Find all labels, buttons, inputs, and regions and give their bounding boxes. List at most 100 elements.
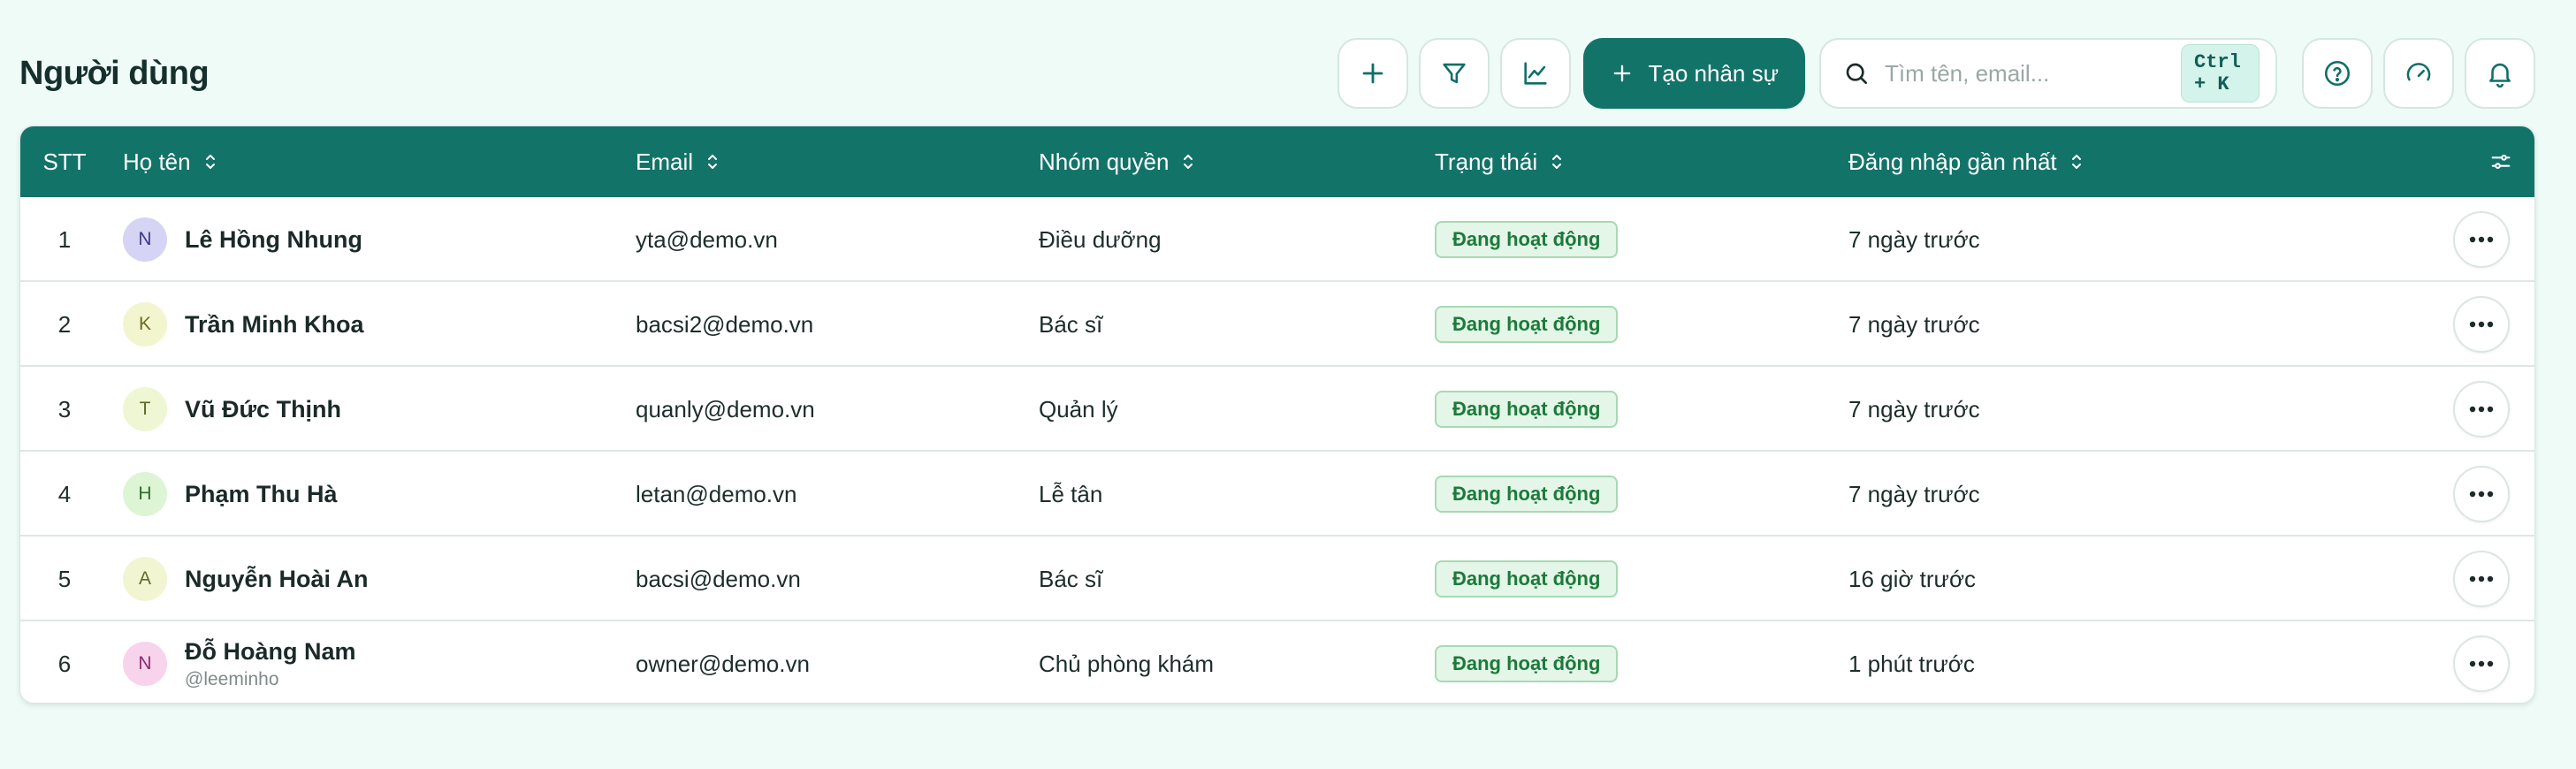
- row-email: bacsi2@demo.vn: [636, 310, 814, 338]
- user-name-block: Đỗ Hoàng Nam @leeminho: [185, 638, 356, 690]
- row-group: Chủ phòng khám: [1039, 650, 1215, 677]
- row-last-login: 7 ngày trước: [1848, 225, 1980, 253]
- speed-button[interactable]: [2383, 38, 2454, 109]
- sliders-icon: [2491, 154, 2511, 170]
- sort-icon: [205, 155, 215, 169]
- row-actions: [2453, 452, 2510, 537]
- avatar: T: [123, 387, 167, 431]
- row-stt: 5: [57, 565, 72, 592]
- column-status-label: Trạng thái: [1435, 148, 1538, 175]
- table-row[interactable]: 3 T Vũ Đức Thịnh quanly@demo.vn Quản lý …: [20, 367, 2534, 452]
- help-button[interactable]: [2302, 38, 2373, 109]
- row-email: yta@demo.vn: [636, 225, 778, 253]
- table-row[interactable]: 2 K Trần Minh Khoa bacsi2@demo.vn Bác sĩ…: [20, 282, 2534, 367]
- add-button[interactable]: [1337, 38, 1408, 109]
- help-icon: [2324, 60, 2351, 87]
- column-group-label: Nhóm quyền: [1039, 148, 1170, 175]
- table-body: 1 N Lê Hồng Nhung yta@demo.vn Điều dưỡng…: [20, 197, 2534, 703]
- chart-button[interactable]: [1499, 38, 1571, 109]
- row-last-login: 16 giờ trước: [1848, 565, 1976, 592]
- row-group: Bác sĩ: [1039, 565, 1103, 592]
- row-last-login: 7 ngày trước: [1848, 395, 1980, 423]
- column-status[interactable]: Trạng thái: [1435, 126, 1566, 197]
- shortcut-hint: Ctrl + K: [2181, 44, 2260, 103]
- more-actions-button[interactable]: [2453, 381, 2510, 438]
- plus-icon: [1362, 63, 1383, 84]
- row-status: Đang hoạt động: [1435, 621, 1619, 703]
- user-name-block: Vũ Đức Thịnh: [185, 396, 341, 423]
- status-badge: Đang hoạt động: [1435, 391, 1619, 428]
- table-row[interactable]: 6 N Đỗ Hoàng Nam @leeminho owner@demo.vn…: [20, 621, 2534, 703]
- user-username: @leeminho: [185, 668, 279, 689]
- row-email: quanly@demo.vn: [636, 395, 815, 423]
- status-badge: Đang hoạt động: [1435, 306, 1619, 343]
- avatar: A: [123, 557, 167, 601]
- user-name: Phạm Thu Hà: [185, 480, 338, 507]
- status-badge: Đang hoạt động: [1435, 476, 1619, 513]
- row-last-login: 7 ngày trước: [1848, 310, 1980, 338]
- avatar: N: [123, 642, 167, 686]
- column-stt: STT: [20, 126, 109, 197]
- user-name-block: Nguyễn Hoài An: [185, 566, 369, 593]
- sort-icon: [1184, 155, 1193, 169]
- table-row[interactable]: 1 N Lê Hồng Nhung yta@demo.vn Điều dưỡng…: [20, 197, 2534, 282]
- row-status: Đang hoạt động: [1435, 537, 1619, 621]
- notification-button[interactable]: [2465, 38, 2535, 109]
- user-name: Trần Minh Khoa: [185, 310, 364, 338]
- more-actions-button[interactable]: [2453, 211, 2510, 268]
- more-horizontal-icon: [2469, 406, 2494, 413]
- create-staff-label: Tạo nhân sự: [1648, 59, 1780, 87]
- user-name-block: Trần Minh Khoa: [185, 311, 364, 339]
- more-actions-button[interactable]: [2453, 636, 2510, 692]
- table-row[interactable]: 5 A Nguyễn Hoài An bacsi@demo.vn Bác sĩ …: [20, 537, 2534, 621]
- more-actions-button[interactable]: [2453, 466, 2510, 522]
- bell-icon: [2489, 63, 2511, 88]
- gauge-icon: [2406, 63, 2431, 81]
- row-user: N Lê Hồng Nhung: [123, 197, 362, 282]
- more-horizontal-icon: [2469, 491, 2494, 498]
- filter-icon: [1442, 63, 1466, 84]
- user-name: Đỗ Hoàng Nam: [185, 637, 356, 665]
- row-last-login: 7 ngày trước: [1848, 480, 1980, 507]
- table-header: STT Họ tên Email Nhóm quyền Trạng thái Đ…: [20, 126, 2534, 197]
- user-name: Lê Hồng Nhung: [185, 225, 362, 253]
- column-email-label: Email: [636, 148, 694, 175]
- column-group[interactable]: Nhóm quyền: [1039, 126, 1197, 197]
- column-name[interactable]: Họ tên: [123, 126, 219, 197]
- search-icon: [1842, 59, 1871, 88]
- search-input[interactable]: [1885, 59, 2181, 88]
- more-horizontal-icon: [2469, 236, 2494, 243]
- row-status: Đang hoạt động: [1435, 367, 1619, 452]
- sort-icon: [2071, 155, 2081, 169]
- plus-icon: [1613, 65, 1630, 82]
- more-actions-button[interactable]: [2453, 296, 2510, 353]
- more-actions-button[interactable]: [2453, 551, 2510, 607]
- column-settings-button[interactable]: [2488, 126, 2513, 197]
- column-name-label: Họ tên: [123, 148, 191, 175]
- row-last-login: 1 phút trước: [1848, 650, 1975, 677]
- row-group: Bác sĩ: [1039, 310, 1103, 338]
- row-actions: [2453, 367, 2510, 452]
- row-user: N Đỗ Hoàng Nam @leeminho: [123, 621, 356, 703]
- filter-button[interactable]: [1418, 38, 1490, 109]
- column-last-login[interactable]: Đăng nhập gần nhất: [1848, 126, 2085, 197]
- sort-icon: [1552, 155, 1562, 169]
- row-status: Đang hoạt động: [1435, 452, 1619, 537]
- create-staff-button[interactable]: Tạo nhân sự: [1582, 38, 1805, 109]
- avatar: K: [123, 302, 167, 346]
- row-email: letan@demo.vn: [636, 480, 797, 507]
- avatar: H: [123, 472, 167, 516]
- page-title: Người dùng: [19, 54, 210, 92]
- column-last-login-label: Đăng nhập gần nhất: [1848, 148, 2057, 175]
- table-row[interactable]: 4 H Phạm Thu Hà letan@demo.vn Lễ tân Đan…: [20, 452, 2534, 537]
- toolbar: Tạo nhân sự Ctrl + K: [1337, 38, 2535, 109]
- column-email[interactable]: Email: [636, 126, 721, 197]
- users-page: Người dùng Tạo nhân sự Ctrl + K: [0, 0, 2576, 769]
- more-horizontal-icon: [2469, 575, 2494, 582]
- row-group: Lễ tân: [1039, 480, 1103, 507]
- row-actions: [2453, 282, 2510, 367]
- user-name: Nguyễn Hoài An: [185, 565, 369, 592]
- row-status: Đang hoạt động: [1435, 282, 1619, 367]
- user-name-block: Phạm Thu Hà: [185, 481, 338, 508]
- search-box[interactable]: Ctrl + K: [1819, 38, 2277, 109]
